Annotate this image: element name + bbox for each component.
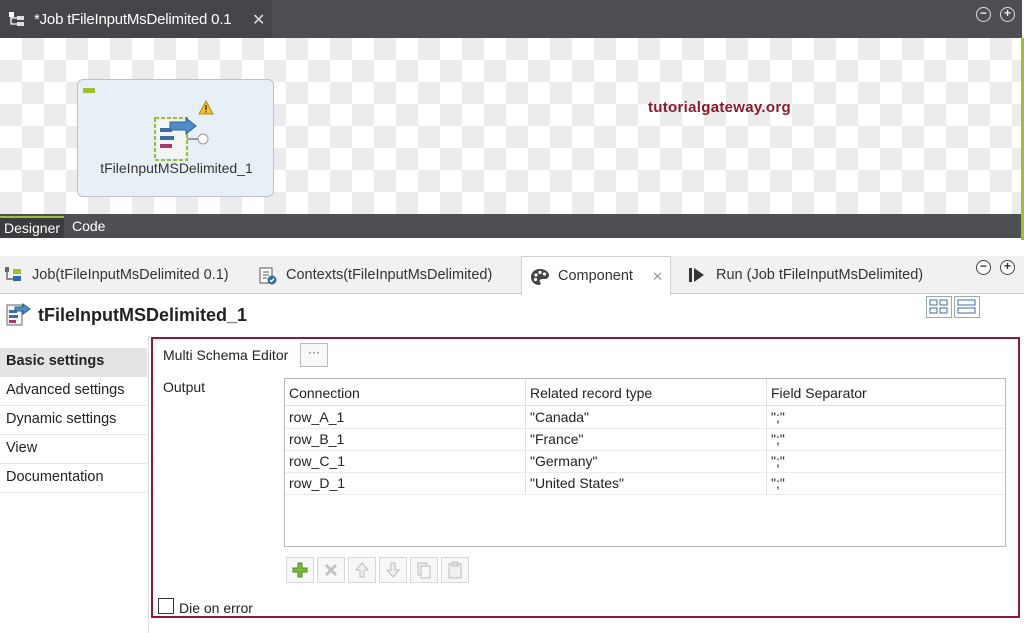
minimize-icon[interactable]: − — [976, 260, 991, 275]
table-cell-record-type[interactable]: "United States" — [526, 472, 628, 494]
status-indicator — [83, 88, 95, 93]
multi-schema-editor-button[interactable]: ··· — [300, 343, 328, 367]
tab-run[interactable]: Run (Job tFileInputMsDelimited) — [688, 256, 923, 294]
table-cell-separator[interactable]: ";" — [767, 428, 789, 450]
panel-tabbar: Job(tFileInputMsDelimited 0.1) Contexts(… — [0, 256, 1024, 295]
job-editor-tabbar: *Job tFileInputMsDelimited 0.1 ✕ − + — [0, 0, 1022, 38]
component-icon — [6, 303, 32, 330]
table-cell-separator[interactable]: ";" — [767, 472, 789, 494]
maximize-icon[interactable]: + — [1000, 7, 1015, 22]
row-divider — [285, 494, 1005, 495]
nav-documentation[interactable]: Documentation — [0, 464, 147, 493]
tab-code[interactable]: Code — [68, 216, 109, 238]
delete-icon[interactable] — [317, 557, 345, 583]
tab-designer[interactable]: Designer — [0, 216, 65, 238]
job-icon — [8, 11, 26, 32]
job-tab-title: *Job tFileInputMsDelimited 0.1 — [34, 10, 232, 28]
table-cell-connection[interactable]: row_D_1 — [285, 472, 349, 494]
table-cell-connection[interactable]: row_C_1 — [285, 450, 349, 472]
component-node[interactable]: tFileInputMSDelimited_1 — [77, 79, 274, 197]
table-cell-connection[interactable]: row_B_1 — [285, 428, 348, 450]
nav-basic-settings[interactable]: Basic settings — [0, 348, 147, 377]
row-divider — [285, 472, 1005, 473]
tab-job-label: Job(tFileInputMsDelimited 0.1) — [32, 267, 229, 283]
output-label: Output — [163, 379, 206, 395]
designer-tabbar: Designer Code — [0, 214, 1022, 238]
tab-job[interactable]: Job(tFileInputMsDelimited 0.1) — [4, 256, 229, 294]
run-icon — [688, 266, 706, 284]
move-down-icon[interactable] — [379, 557, 407, 583]
job-tab[interactable]: *Job tFileInputMsDelimited 0.1 ✕ — [0, 0, 272, 38]
table-header: Connection Related record type Field Sep… — [285, 379, 1005, 406]
output-table[interactable]: Connection Related record type Field Sep… — [284, 378, 1006, 547]
file-input-delimited-icon — [154, 116, 214, 165]
table-cell-connection[interactable]: row_A_1 — [285, 406, 348, 428]
tab-run-label: Run (Job tFileInputMsDelimited) — [716, 267, 924, 283]
column-header-record-type[interactable]: Related record type — [526, 382, 656, 404]
contexts-icon — [258, 266, 277, 285]
add-icon[interactable] — [286, 557, 314, 583]
column-header-field-separator[interactable]: Field Separator — [767, 382, 871, 404]
table-cell-record-type[interactable]: "France" — [526, 428, 588, 450]
nav-advanced-settings[interactable]: Advanced settings — [0, 377, 147, 406]
nav-divider — [148, 336, 149, 633]
die-on-error-checkbox[interactable] — [158, 598, 174, 614]
row-divider — [285, 450, 1005, 451]
minimize-icon[interactable]: − — [976, 7, 991, 22]
table-cell-separator[interactable]: ";" — [767, 450, 789, 472]
copy-icon[interactable] — [410, 557, 438, 583]
die-on-error-label: Die on error — [179, 600, 253, 616]
tab-component[interactable]: Component ✕ — [521, 256, 671, 295]
close-icon[interactable]: ✕ — [252, 10, 265, 30]
table-toolbar — [286, 557, 472, 583]
grid-view-icon[interactable] — [926, 296, 952, 318]
tab-contexts[interactable]: Contexts(tFileInputMsDelimited) — [258, 256, 492, 294]
row-divider — [285, 428, 1005, 429]
close-icon[interactable]: ✕ — [652, 269, 663, 285]
move-up-icon[interactable] — [348, 557, 376, 583]
watermark-text: tutorialgateway.org — [648, 99, 791, 116]
component-title: tFileInputMSDelimited_1 — [38, 305, 248, 325]
table-cell-separator[interactable]: ";" — [767, 406, 789, 428]
paste-icon[interactable] — [441, 557, 469, 583]
list-view-icon[interactable] — [954, 296, 980, 318]
settings-nav: Basic settings Advanced settings Dynamic… — [0, 348, 147, 493]
nav-dynamic-settings[interactable]: Dynamic settings — [0, 406, 147, 435]
maximize-icon[interactable]: + — [1000, 260, 1015, 275]
nav-view[interactable]: View — [0, 435, 147, 464]
multi-schema-editor-label: Multi Schema Editor — [163, 347, 289, 363]
job-icon — [4, 266, 22, 284]
tab-contexts-label: Contexts(tFileInputMsDelimited) — [286, 267, 493, 283]
component-node-label: tFileInputMSDelimited_1 — [100, 160, 253, 176]
palette-icon — [530, 267, 549, 285]
tab-component-label: Component — [558, 268, 633, 284]
table-cell-record-type[interactable]: "Germany" — [526, 450, 602, 472]
table-cell-record-type[interactable]: "Canada" — [526, 406, 593, 428]
column-header-connection[interactable]: Connection — [285, 382, 364, 404]
